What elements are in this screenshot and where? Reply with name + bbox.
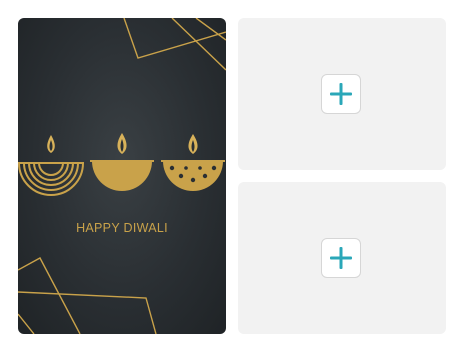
frame-lines-bottom xyxy=(18,257,157,334)
diwali-card[interactable]: HAPPY DIWALI xyxy=(18,18,226,334)
plus-icon xyxy=(330,83,352,105)
add-card-button[interactable] xyxy=(321,238,361,278)
plus-icon xyxy=(330,247,352,269)
empty-card-slot[interactable] xyxy=(238,18,446,170)
add-card-button[interactable] xyxy=(321,74,361,114)
frame-lines-top xyxy=(123,18,226,71)
empty-card-slot[interactable] xyxy=(238,182,446,334)
diya-lamp-left xyxy=(18,135,84,196)
diya-lamp-center xyxy=(90,133,154,191)
greeting-text: HAPPY DIWALI xyxy=(76,221,168,235)
card-artwork xyxy=(18,18,226,334)
diya-lamp-right xyxy=(161,134,225,191)
